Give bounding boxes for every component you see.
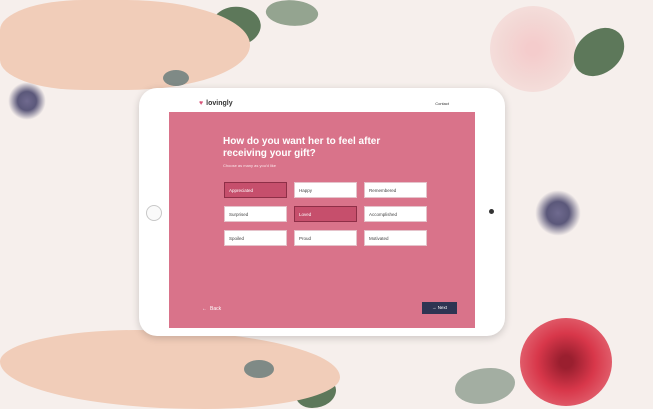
option-happy[interactable]: Happy (294, 182, 357, 198)
back-label: Back (210, 306, 222, 312)
next-button[interactable]: → Next (422, 302, 457, 314)
option-motivated[interactable]: Motivated (364, 230, 427, 246)
brand-logo[interactable]: ♥ lovingly (199, 100, 233, 107)
home-button[interactable] (146, 205, 162, 221)
option-appreciated[interactable]: Appreciated (224, 182, 287, 198)
contact-link[interactable]: Contact (435, 101, 449, 106)
question-heading: How do you want her to feel after receiv… (223, 136, 381, 159)
hand-top (0, 0, 250, 90)
heart-icon: ♥ (199, 100, 204, 107)
option-accomplished[interactable]: Accomplished (364, 206, 427, 222)
rose-decoration (520, 318, 612, 406)
option-spoiled[interactable]: Spoiled (224, 230, 287, 246)
leaf-decoration (264, 0, 320, 31)
thistle-decoration (535, 190, 581, 236)
camera-dot (489, 209, 494, 214)
quiz-panel: How do you want her to feel after receiv… (169, 112, 475, 328)
option-proud[interactable]: Proud (294, 230, 357, 246)
back-button[interactable]: ← Back (202, 306, 221, 312)
tablet-screen: ♥ lovingly Contact How do you want her t… (169, 96, 475, 328)
leaf-decoration (566, 22, 632, 82)
brand-name: lovingly (206, 100, 233, 107)
tablet-device: ♥ lovingly Contact How do you want her t… (139, 88, 505, 336)
hand-bottom (0, 330, 340, 409)
nail (244, 360, 274, 378)
rose-decoration (490, 6, 576, 92)
top-bar: ♥ lovingly Contact (169, 96, 475, 112)
leaf-decoration (455, 368, 515, 404)
nail (163, 70, 189, 86)
option-surprised[interactable]: Surprised (224, 206, 287, 222)
thistle-decoration (8, 82, 46, 120)
question-hint: Choose as many as you'd like (223, 163, 277, 168)
next-label: Next (437, 305, 448, 310)
arrow-left-icon: ← (202, 306, 207, 312)
option-remembered[interactable]: Remembered (364, 182, 427, 198)
option-loved[interactable]: Loved (294, 206, 357, 222)
